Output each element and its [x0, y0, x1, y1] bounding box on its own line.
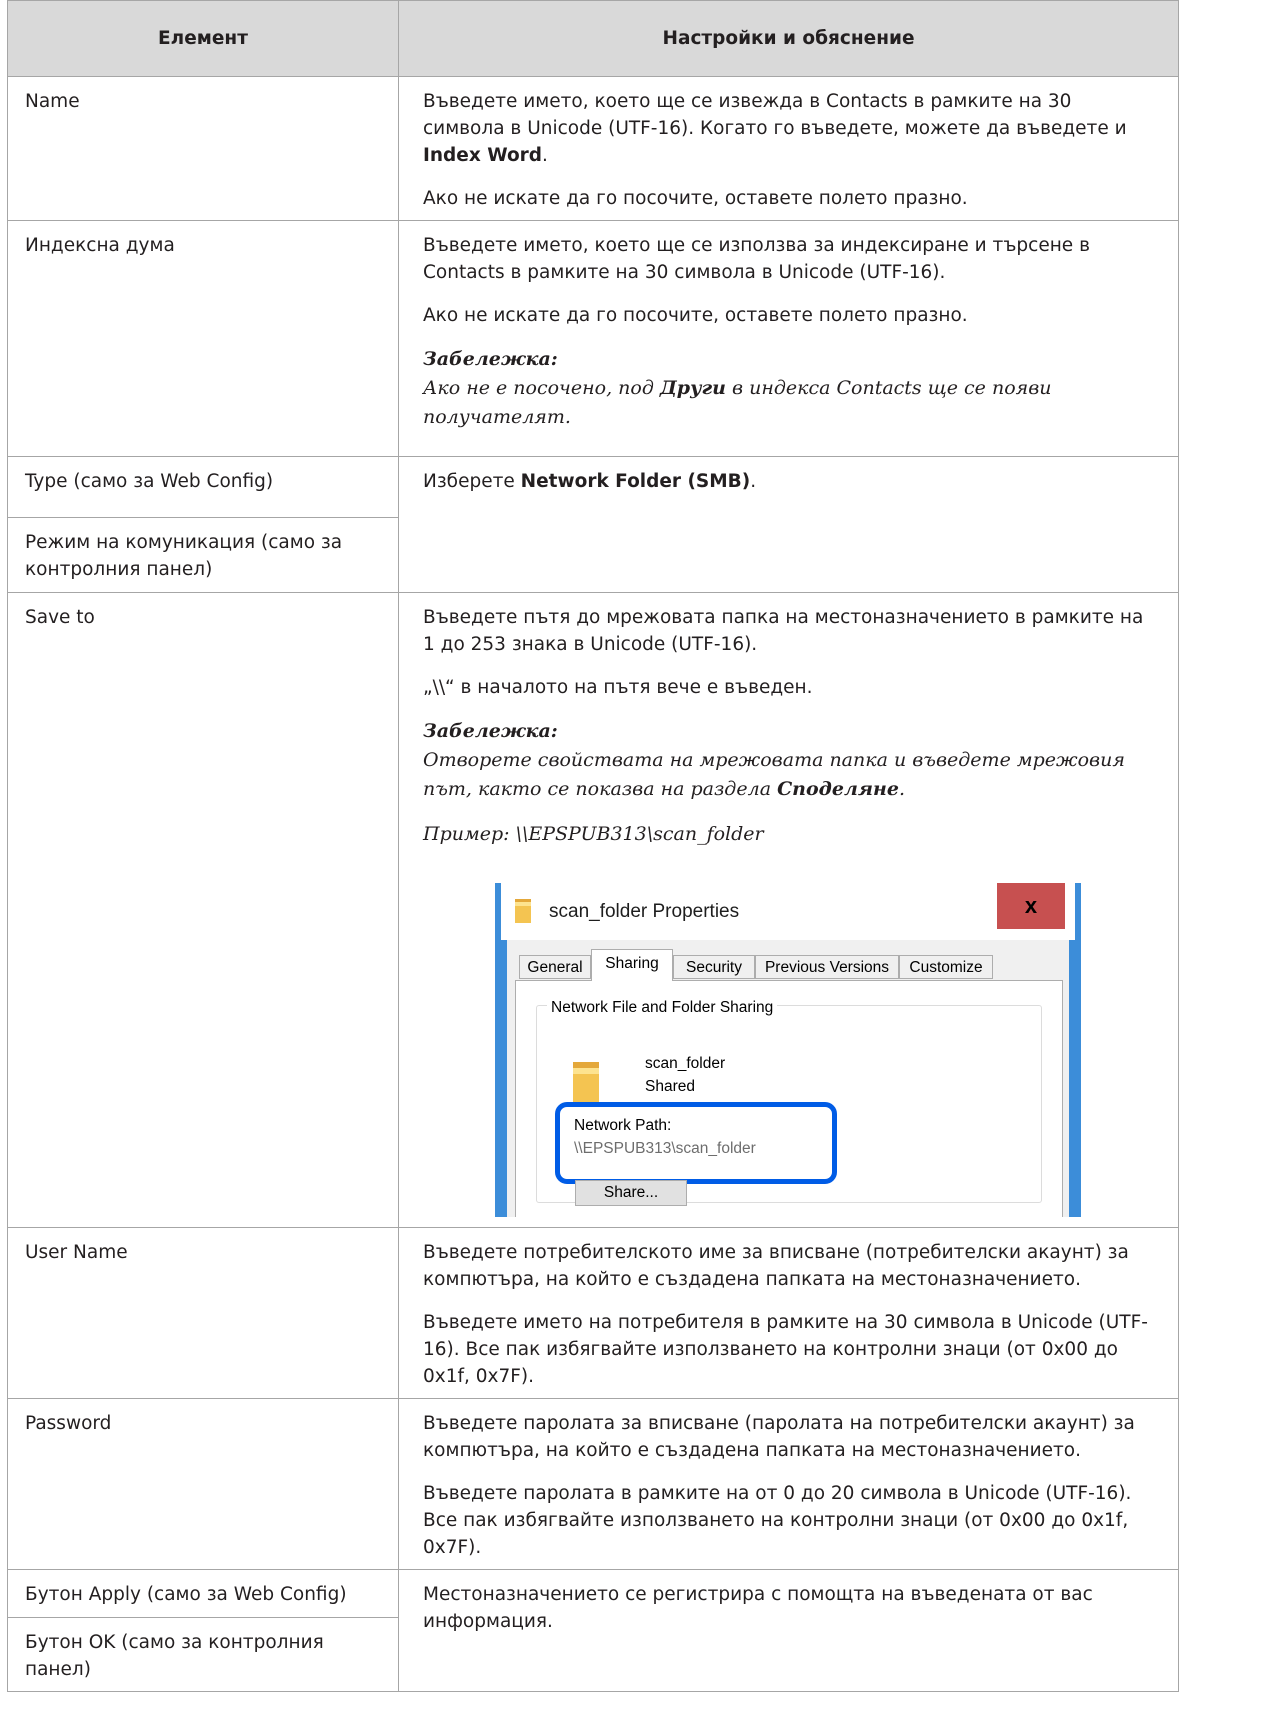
paragraph: Ако не искате да го посочите, оставете п…: [423, 188, 968, 209]
group-label: Network File and Folder Sharing: [547, 994, 778, 1021]
note-text: Ако не е посочено, под Други в индекса C…: [423, 377, 1052, 428]
tab-general[interactable]: General: [519, 955, 591, 979]
row-explanation-name: Въведете името, което ще се извежда в Co…: [398, 76, 1179, 221]
emphasis: Други: [659, 377, 726, 399]
row-label-password: Password: [7, 1398, 399, 1570]
column-header-settings: Настройки и обяснение: [398, 0, 1179, 77]
table-row-password: Password Въведете паролата за вписване (…: [7, 1398, 1179, 1570]
row-label-save-to: Save to: [7, 592, 399, 1228]
dialog-title: scan_folder Properties: [549, 901, 740, 922]
paragraph: Въведете паролата за вписване (паролата …: [423, 1413, 1135, 1461]
sharing-panel: Network File and Folder Sharing scan_fol…: [515, 980, 1063, 1217]
network-path-highlight: [555, 1102, 837, 1184]
emphasis: Споделяне: [777, 778, 899, 800]
paragraph: Въведете пътя до мрежовата папка на мест…: [423, 607, 1144, 655]
document-page: Елемент Настройки и обяснение Name Въвед…: [7, 0, 1179, 1692]
emphasis: Index Word: [423, 145, 543, 166]
table-row-user-name: User Name Въведете потребителското име з…: [7, 1227, 1179, 1399]
tab-security[interactable]: Security: [673, 955, 755, 979]
row-label-name: Name: [7, 76, 399, 221]
paragraph: „\\“ в началото на пътя вече е въведен.: [423, 677, 813, 698]
paragraph: Въведете името на потребителя в рамките …: [423, 1312, 1148, 1387]
paragraph: Въведете името, което ще се използва за …: [423, 235, 1090, 283]
row-explanation-apply: Местоназначението се регистрира с помощт…: [398, 1569, 1179, 1692]
row-explanation-save-to: Въведете пътя до мрежовата папка на мест…: [398, 592, 1179, 1228]
table-row-index-word: Индексна дума Въведете името, което ще с…: [7, 220, 1179, 457]
row-label-type: Type (само за Web Config): [7, 456, 399, 518]
row-explanation-user-name: Въведете потребителското име за вписване…: [398, 1227, 1179, 1399]
paragraph: Въведете паролата в рамките на от 0 до 2…: [423, 1483, 1132, 1558]
paragraph: Въведете потребителското име за вписване…: [423, 1242, 1129, 1290]
table-row-save-to: Save to Въведете пътя до мрежовата папка…: [7, 592, 1179, 1228]
note-title: Забележка:: [423, 720, 558, 742]
settings-table: Елемент Настройки и обяснение Name Въвед…: [7, 0, 1179, 1692]
table-row-name: Name Въведете името, което ще се извежда…: [7, 76, 1179, 221]
row-label-index-word: Индексна дума: [7, 220, 399, 457]
row-label-ok: Бутон OK (само за контролния панел): [7, 1617, 399, 1692]
paragraph: Изберете Network Folder (SMB).: [423, 471, 757, 492]
row-label-user-name: User Name: [7, 1227, 399, 1399]
tab-sharing[interactable]: Sharing: [591, 949, 673, 981]
row-explanation-password: Въведете паролата за вписване (паролата …: [398, 1398, 1179, 1570]
note-title: Забележка:: [423, 348, 558, 370]
shared-folder-state: Shared: [645, 1078, 695, 1095]
table-row-type: Type (само за Web Config) Изберете Netwo…: [7, 456, 1179, 593]
row-label-comm-mode: Режим на комуникация (само за контролния…: [7, 517, 399, 593]
row-explanation-index-word: Въведете името, което ще се използва за …: [398, 220, 1179, 457]
paragraph: Ако не искате да го посочите, оставете п…: [423, 305, 968, 326]
table-header-row: Елемент Настройки и обяснение: [7, 0, 1179, 77]
row-explanation-type: Изберете Network Folder (SMB).: [398, 456, 1179, 593]
dialog-body: General Sharing Security Previous Versio…: [507, 940, 1069, 1217]
row-label-apply: Бутон Apply (само за Web Config): [7, 1569, 399, 1618]
tab-previous-versions[interactable]: Previous Versions: [755, 955, 899, 979]
example-path: Пример: \\EPSPUB313\scan_folder: [423, 823, 764, 845]
emphasis: Network Folder (SMB): [520, 471, 751, 492]
table-row-apply: Бутон Apply (само за Web Config) Местона…: [7, 1569, 1179, 1692]
folder-icon: [573, 1062, 599, 1102]
paragraph: Въведете името, което ще се извежда в Co…: [423, 91, 1127, 166]
dialog-title-bar: scan_folder Properties x: [501, 883, 1075, 940]
tab-customize[interactable]: Customize: [899, 955, 993, 979]
column-header-item: Елемент: [7, 0, 399, 77]
folder-icon: [515, 899, 531, 923]
share-button[interactable]: Share...: [575, 1180, 687, 1206]
properties-dialog-screenshot: scan_folder Properties x General Sharing…: [495, 883, 1081, 1217]
close-icon[interactable]: x: [997, 883, 1065, 929]
network-sharing-group: Network File and Folder Sharing scan_fol…: [536, 994, 1042, 1206]
paragraph: Местоназначението се регистрира с помощт…: [423, 1584, 1093, 1632]
note-text: Отворете свойствата на мрежовата папка и…: [423, 749, 1125, 800]
shared-folder-name: scan_folder: [645, 1055, 726, 1072]
